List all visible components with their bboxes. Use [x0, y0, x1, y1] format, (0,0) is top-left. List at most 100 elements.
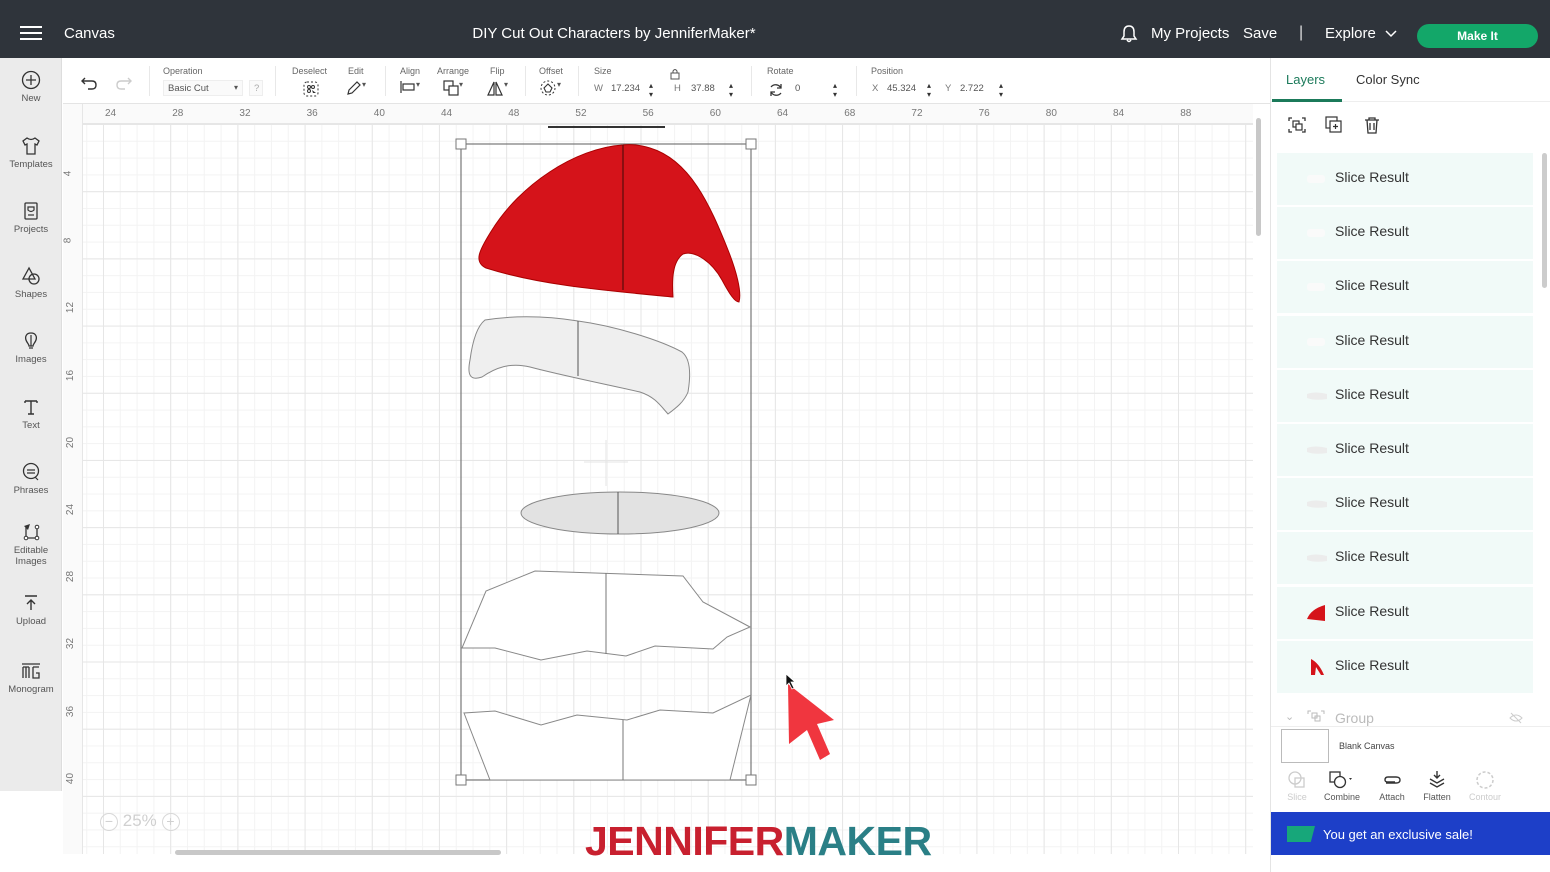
bell-icon[interactable]: [1120, 24, 1138, 44]
promo-banner[interactable]: You get an exclusive sale!: [1271, 812, 1550, 855]
layer-row[interactable]: Slice Result: [1277, 586, 1533, 639]
edit-dropdown[interactable]: ▾: [346, 80, 366, 99]
offset-dropdown[interactable]: ▾: [539, 80, 561, 99]
layer-name: Slice Result: [1335, 223, 1409, 240]
operation-select[interactable]: Basic Cut ▾: [163, 80, 243, 96]
layer-row[interactable]: Slice Result: [1277, 153, 1533, 205]
deselect-icon[interactable]: [303, 81, 319, 97]
projects-card-icon: [24, 202, 38, 220]
sidebar-item-upload[interactable]: Upload: [0, 593, 62, 627]
undo-icon[interactable]: [80, 76, 98, 90]
contour-label: Contour: [1468, 792, 1502, 802]
zoom-in-button[interactable]: +: [161, 812, 180, 831]
layer-row[interactable]: Slice Result: [1277, 261, 1533, 314]
x-position-input[interactable]: 45.324: [883, 81, 933, 97]
document-title: DIY Cut Out Characters by JenniferMaker*: [472, 25, 756, 42]
sidebar-item-phrases[interactable]: Phrases: [0, 462, 62, 496]
ruler-tick-label: 12: [65, 302, 77, 314]
combine-icon: [1329, 771, 1352, 789]
blank-canvas-row[interactable]: Blank Canvas: [1271, 726, 1550, 766]
sidebar-item-templates[interactable]: Templates: [0, 136, 62, 170]
left-ruler: 4 8 12 16 20 24 28 32 36 40: [62, 104, 83, 854]
y-stepper[interactable]: ▴ ▾: [999, 81, 1003, 99]
operation-help-button[interactable]: ?: [249, 80, 263, 96]
sidebar-label: Monogram: [8, 684, 54, 695]
contour-icon: [1476, 771, 1494, 789]
arrange-dropdown[interactable]: ▾: [443, 80, 463, 99]
make-it-button[interactable]: Make It: [1417, 24, 1538, 48]
rotate-stepper[interactable]: ▴ ▾: [833, 81, 837, 99]
layer-row[interactable]: Slice Result: [1277, 369, 1533, 422]
duplicate-icon[interactable]: [1324, 116, 1344, 134]
layer-thumbnail: [1305, 332, 1329, 352]
flatten-button[interactable]: Flatten: [1411, 770, 1463, 802]
sidebar-item-shapes[interactable]: Shapes: [0, 266, 62, 300]
group-icon[interactable]: [1287, 116, 1307, 134]
tab-color-sync[interactable]: Color Sync: [1356, 72, 1420, 87]
layer-row[interactable]: Slice Result: [1277, 532, 1533, 585]
align-dropdown[interactable]: ▾: [400, 80, 420, 97]
text-t-icon: [24, 400, 38, 415]
flip-dropdown[interactable]: ▾: [486, 80, 508, 99]
arrange-icon: [443, 80, 459, 96]
ruler-tick-label: 44: [441, 108, 453, 119]
layer-row[interactable]: Slice Result: [1277, 315, 1533, 368]
sidebar-item-projects[interactable]: Projects: [0, 201, 62, 235]
sidebar-item-images[interactable]: Images: [0, 331, 62, 365]
design-canvas[interactable]: [63, 104, 1253, 854]
flip-icon: [487, 81, 503, 96]
blank-canvas-label: Blank Canvas: [1339, 741, 1395, 751]
ruler-tick-label: 52: [575, 108, 587, 119]
explore-menu[interactable]: Explore: [1325, 25, 1398, 42]
layer-row[interactable]: Slice Result: [1277, 424, 1533, 476]
sidebar-label: Projects: [13, 224, 49, 235]
layer-row[interactable]: Slice Result: [1277, 640, 1533, 693]
layer-name: Slice Result: [1335, 277, 1409, 294]
save-button[interactable]: Save: [1243, 25, 1277, 42]
hide-eye-icon[interactable]: [1509, 712, 1523, 724]
canvas-horizontal-scrollbar[interactable]: [175, 850, 501, 855]
jennifermaker-watermark: JENNIFERMAKER: [585, 818, 932, 865]
sale-tag-icon: [1287, 826, 1315, 842]
layers-scrollbar[interactable]: [1542, 153, 1547, 288]
watermark-part2: MAKER: [783, 818, 932, 864]
trash-icon[interactable]: [1363, 116, 1381, 134]
layer-name: Slice Result: [1335, 331, 1409, 348]
lock-icon[interactable]: [670, 68, 680, 80]
contour-button[interactable]: Contour: [1459, 770, 1511, 802]
pencil-icon: [347, 81, 361, 95]
layer-name: Slice Result: [1335, 548, 1409, 565]
tab-layers[interactable]: Layers: [1286, 72, 1325, 87]
sidebar-label: Images: [15, 354, 47, 365]
sidebar-item-text[interactable]: Text: [0, 397, 62, 431]
sidebar-item-monogram[interactable]: Monogram: [0, 661, 62, 695]
position-label: Position: [871, 66, 904, 76]
rotate-icon[interactable]: [768, 82, 784, 98]
ruler-tick-label: 68: [844, 108, 856, 119]
x-stepper[interactable]: ▴ ▾: [927, 81, 931, 99]
layer-row[interactable]: Slice Result: [1277, 207, 1533, 260]
ruler-tick-label: 72: [911, 108, 923, 119]
width-stepper[interactable]: ▴ ▾: [649, 81, 653, 99]
zoom-out-button[interactable]: −: [100, 812, 118, 831]
ruler-tick-label: 84: [1113, 108, 1125, 119]
height-stepper[interactable]: ▴ ▾: [729, 81, 733, 99]
ruler-tick-label: 56: [642, 108, 654, 119]
ruler-tick-label: 64: [777, 108, 789, 119]
sidebar-label: New: [21, 93, 41, 104]
canvas-vertical-scrollbar[interactable]: [1256, 118, 1261, 236]
height-value: 37.88: [691, 83, 715, 94]
layer-row[interactable]: Slice Result: [1277, 478, 1533, 531]
panel-tabs: Layers Color Sync: [1271, 58, 1550, 102]
layers-panel: Layers Color Sync Slice Result Slice Resu…: [1270, 58, 1550, 872]
chevron-down-icon[interactable]: ⌄: [1285, 710, 1294, 723]
redo-icon[interactable]: [115, 76, 133, 90]
monogram-icon: [22, 663, 40, 679]
sidebar-item-editable-images[interactable]: Editable Images: [0, 522, 62, 567]
group-icon: [1307, 710, 1325, 722]
sidebar-item-new[interactable]: New: [0, 70, 62, 104]
ruler-tick-label: 32: [65, 638, 77, 650]
y-position-input[interactable]: 2.722: [956, 81, 996, 97]
combine-button[interactable]: Combine: [1316, 770, 1368, 802]
my-projects-link[interactable]: My Projects: [1151, 25, 1229, 42]
